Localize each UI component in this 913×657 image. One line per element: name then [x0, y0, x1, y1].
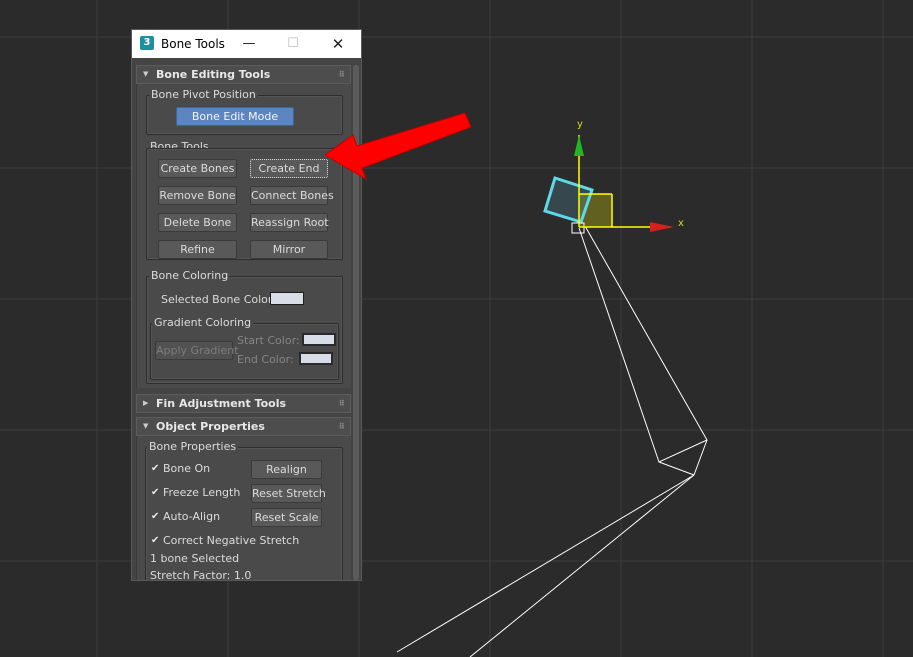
start-color-swatch[interactable] — [302, 333, 336, 346]
selected-bone-color-swatch[interactable] — [270, 292, 304, 305]
reset-scale-button[interactable]: Reset Scale — [251, 508, 322, 527]
auto-align-checkbox[interactable]: ✔ — [151, 510, 159, 523]
bone-wireframe[interactable] — [396, 225, 708, 657]
apply-gradient-button[interactable]: Apply Gradient — [155, 341, 238, 360]
expand-down-icon: ▼ — [143, 422, 149, 430]
correct-negative-stretch-label: Correct Negative Stretch — [163, 534, 300, 547]
end-color-swatch[interactable] — [299, 352, 333, 365]
close-button[interactable]: ✕ — [327, 33, 349, 55]
create-end-button[interactable]: Create End — [250, 159, 328, 178]
selected-bone-color-label: Selected Bone Color: — [161, 293, 276, 306]
rollout-bone-editing-tools[interactable]: ▼ Bone Editing Tools ⠿ — [136, 65, 351, 84]
correct-negative-stretch-checkbox[interactable]: ✔ — [151, 534, 159, 547]
rollout-body-object-properties: Bone Properties ✔ Bone On Realign ✔ Free… — [136, 436, 351, 581]
drag-grip-icon[interactable]: ⠿ — [339, 395, 345, 412]
delete-bone-button[interactable]: Delete Bone — [158, 213, 237, 232]
stretch-factor-readout: Stretch Factor: 1.0 — [150, 569, 252, 581]
maximize-button[interactable]: ☐ — [282, 33, 304, 55]
drag-grip-icon[interactable]: ⠿ — [339, 66, 345, 83]
expand-right-icon: ▶ — [143, 399, 149, 407]
remove-bone-button[interactable]: Remove Bone — [158, 186, 237, 205]
title-bar[interactable]: 3 Bone Tools — ☐ ✕ — [132, 30, 361, 58]
expand-down-icon: ▼ — [143, 70, 149, 78]
auto-align-label: Auto-Align — [163, 510, 221, 523]
rollout-title: Object Properties — [156, 420, 265, 433]
gizmo-y-label: y — [577, 119, 583, 130]
freeze-length-label: Freeze Length — [163, 486, 241, 499]
bone-selected-count: 1 bone Selected — [150, 552, 240, 565]
reset-stretch-button[interactable]: Reset Stretch — [251, 484, 326, 503]
group-label-bone-properties: Bone Properties — [147, 440, 239, 453]
realign-button[interactable]: Realign — [251, 460, 322, 479]
rollout-fin-adjustment-tools[interactable]: ▶ Fin Adjustment Tools ⠿ — [136, 394, 351, 413]
end-color-label: End Color: — [237, 353, 294, 366]
gizmo-x-label: x — [678, 218, 684, 229]
mirror-button[interactable]: Mirror — [250, 240, 328, 259]
group-label-bone-pivot: Bone Pivot Position — [149, 88, 258, 101]
rollout-title: Fin Adjustment Tools — [156, 397, 287, 410]
refine-button[interactable]: Refine — [158, 240, 237, 259]
panel-scrollbar[interactable] — [353, 65, 359, 580]
freeze-length-checkbox[interactable]: ✔ — [151, 486, 159, 499]
start-color-label: Start Color: — [237, 334, 300, 347]
bone-on-checkbox[interactable]: ✔ — [151, 462, 159, 475]
app-logo-icon: 3 — [140, 36, 154, 50]
group-label-bone-coloring: Bone Coloring — [149, 269, 231, 282]
create-bones-button[interactable]: Create Bones — [158, 159, 237, 178]
rollout-title: Bone Editing Tools — [156, 68, 271, 81]
window-title: Bone Tools — [161, 37, 225, 51]
connect-bones-button[interactable]: Connect Bones — [250, 186, 334, 205]
drag-grip-icon[interactable]: ⠿ — [339, 418, 345, 435]
bone-tools-window[interactable]: 3 Bone Tools — ☐ ✕ ▼ Bone Editing Tools … — [131, 29, 362, 581]
group-label-gradient-coloring: Gradient Coloring — [152, 316, 254, 329]
bone-edit-mode-button[interactable]: Bone Edit Mode — [176, 107, 294, 126]
rollout-body-bone-editing: Bone Pivot Position Bone Edit Mode Bone … — [136, 84, 351, 388]
rollout-object-properties[interactable]: ▼ Object Properties ⠿ — [136, 417, 351, 436]
scrollbar-thumb[interactable] — [353, 65, 359, 580]
bone-on-label: Bone On — [163, 462, 211, 475]
minimize-button[interactable]: — — [238, 33, 260, 55]
reassign-root-button[interactable]: Reassign Root — [250, 213, 329, 232]
